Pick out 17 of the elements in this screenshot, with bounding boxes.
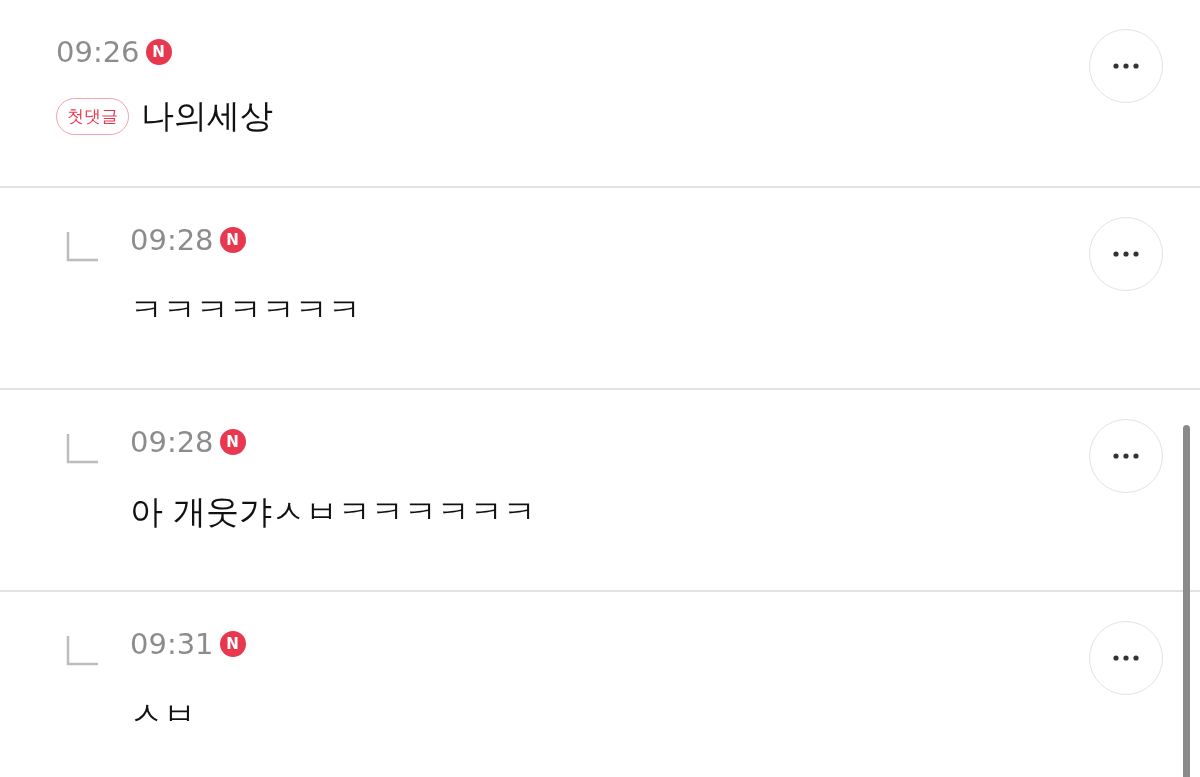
comment-text: 아 개웃갸ㅅㅂㅋㅋㅋㅋㅋㅋ bbox=[130, 491, 537, 533]
new-badge: N bbox=[219, 429, 246, 455]
new-badge: N bbox=[219, 631, 246, 657]
new-badge: N bbox=[145, 39, 172, 65]
comment-text: ㅅㅂ bbox=[130, 693, 196, 735]
comment-time: 09:28 bbox=[130, 223, 214, 257]
more-icon bbox=[1113, 453, 1139, 459]
comment-time: 09:26 bbox=[56, 35, 140, 69]
scrollbar[interactable] bbox=[1183, 425, 1190, 777]
new-badge: N bbox=[219, 227, 246, 253]
more-icon bbox=[1113, 251, 1139, 257]
comment-time: 09:31 bbox=[130, 627, 214, 661]
more-icon bbox=[1113, 655, 1139, 661]
comment-time: 09:28 bbox=[130, 425, 214, 459]
comment-text: ㅋㅋㅋㅋㅋㅋㅋ bbox=[130, 289, 361, 331]
more-icon bbox=[1113, 63, 1139, 69]
comment-text: 나의세상 bbox=[141, 95, 273, 137]
